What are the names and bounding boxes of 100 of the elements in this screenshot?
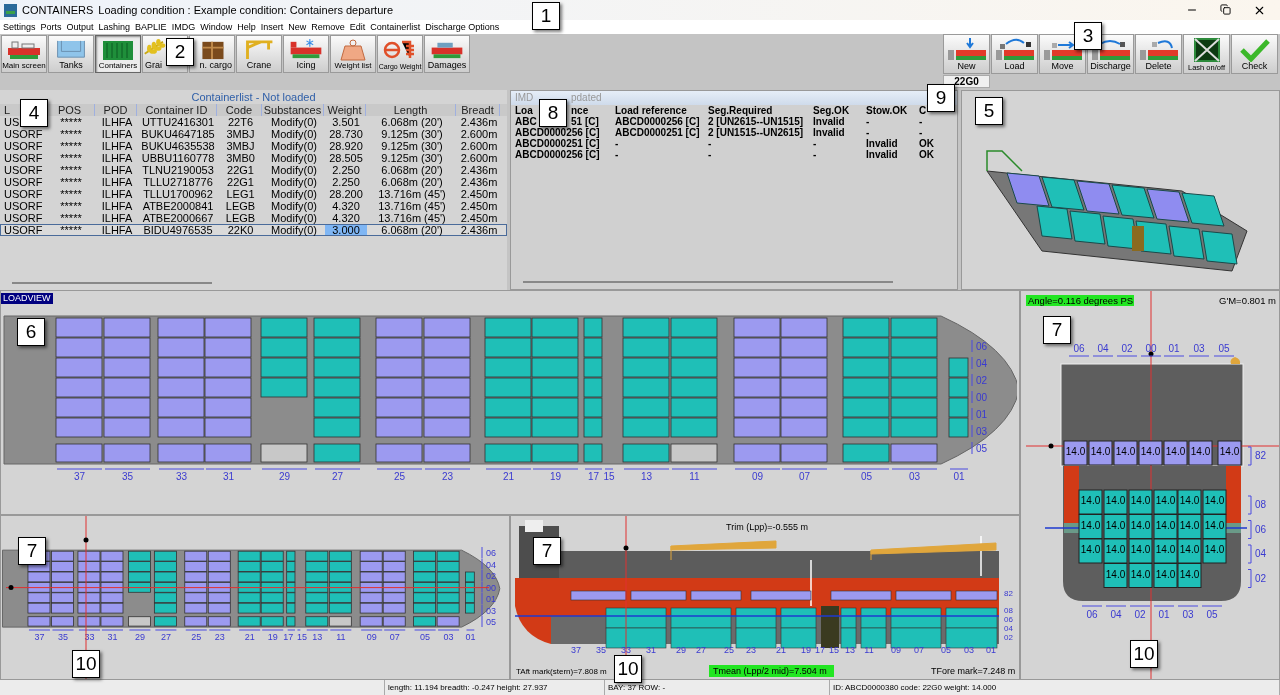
table-cell-text: USORF xyxy=(3,213,44,223)
bay-number: 15 xyxy=(296,629,307,642)
panel-title: LOADVIEW xyxy=(1,293,53,304)
bay-number: 07 xyxy=(781,468,828,482)
table-cell-text: ABC xyxy=(515,116,538,127)
table-cell-text: 6.068m (20') xyxy=(380,225,444,235)
tier-number: 05 xyxy=(481,615,496,628)
bay-number: 01 xyxy=(465,629,476,642)
row-number: 06 xyxy=(1081,605,1103,620)
table-cell-text: Modify(0) xyxy=(270,129,318,139)
callout-tooltip: 10 xyxy=(1130,640,1158,668)
table-cell-text: - xyxy=(919,127,924,138)
bay-number: 13 xyxy=(623,468,670,482)
bay-number: 11 xyxy=(329,629,352,642)
table-cell-text: BIDU4976535 xyxy=(142,225,214,235)
table-cell-text: Invalid xyxy=(866,149,899,160)
bay-number: 09 xyxy=(891,645,901,655)
table-cell-text: 2.250 xyxy=(331,165,361,175)
bay-number: 21 xyxy=(485,468,532,482)
callout-tooltip: 9 xyxy=(927,84,955,112)
container-cell: 14.0 xyxy=(1103,563,1128,588)
table-cell-text: 28.505 xyxy=(328,153,364,163)
trim-reading: Trim (Lpp)=-0.555 m xyxy=(726,522,808,532)
bay-number: 03 xyxy=(964,645,974,655)
tier-number: 82 xyxy=(1247,446,1267,466)
table-cell-text: US xyxy=(3,117,21,127)
table-cell-text: LEGB xyxy=(224,201,257,211)
row-number: 01 xyxy=(1153,605,1175,620)
bay-number: 15 xyxy=(829,645,839,655)
bay-number: 35 xyxy=(104,468,151,482)
table-cell-text: USORF xyxy=(3,177,44,187)
bay-number: 33 xyxy=(621,645,631,655)
table-cell-text: ***** xyxy=(59,165,83,175)
bay-number: 29 xyxy=(261,468,308,482)
bay-number: 37 xyxy=(28,629,51,642)
bay-number: 07 xyxy=(383,629,406,642)
table-cell-text: UTTU2416301 xyxy=(140,117,216,127)
table-cell-text: 13.716m (45') xyxy=(377,213,447,223)
container-cell: 14.0 xyxy=(1153,514,1178,539)
table-cell-text: 9.125m (30') xyxy=(380,141,444,151)
table-cell-text: - xyxy=(919,116,924,127)
bay-number: 05 xyxy=(941,645,951,655)
tier-number: 02 xyxy=(481,569,496,582)
container-cell: 14.0 xyxy=(1188,440,1213,466)
row-number: 00 xyxy=(1140,343,1162,357)
tier-number: 82 xyxy=(1004,589,1013,598)
table-cell-text: ABCD0000251 [C] xyxy=(515,138,601,149)
bay-number: 01 xyxy=(949,468,969,482)
table-cell-text: USORF xyxy=(3,129,44,139)
container-cell: 14.0 xyxy=(1103,514,1128,539)
bay-number: 05 xyxy=(414,629,437,642)
tier-number: 01 xyxy=(481,592,496,605)
table-cell-text: Modify(0) xyxy=(270,213,318,223)
tier-number: 00 xyxy=(481,581,496,593)
container-cell: 14.0 xyxy=(1113,440,1138,466)
column-header: Stow.OK xyxy=(866,105,909,116)
container-cell: 14.0 xyxy=(1202,514,1227,539)
table-cell-text: ABCD0000251 [C] xyxy=(615,127,701,138)
tier-number: 03 xyxy=(481,604,496,616)
bay-number: 05 xyxy=(843,468,890,482)
bay-number: 17 xyxy=(283,629,296,642)
bay-number: 25 xyxy=(185,629,208,642)
table-cell-text: OK xyxy=(919,138,935,149)
table-cell-text: 3MB0 xyxy=(225,153,256,163)
table-cell-text: ILHFA xyxy=(100,165,134,175)
container-cell: 14.0 xyxy=(1177,489,1202,515)
bay-number: 13 xyxy=(845,645,855,655)
table-cell-text: Modify(0) xyxy=(270,117,318,127)
tier-number: 02 xyxy=(1247,569,1267,588)
container-cell: 14.0 xyxy=(1138,440,1163,466)
table-cell-text: ***** xyxy=(59,201,83,211)
table-cell-text: 3.501 xyxy=(331,117,361,127)
table-cell-text: 6.068m (20') xyxy=(380,117,444,127)
bay-number: 11 xyxy=(671,468,718,482)
window-title: Loading condition : Example condition: Containers departure xyxy=(98,2,394,18)
bay-number: 33 xyxy=(78,629,101,642)
table-cell-text: ILHFA xyxy=(100,177,134,187)
table-cell-text: 2.600m xyxy=(459,141,499,151)
table-cell-text: ***** xyxy=(59,189,83,199)
status-field: length: 11.194 breadth: -0.247 height: 27.937 xyxy=(385,680,605,695)
bay-number: 17 xyxy=(584,468,603,482)
container-cell: 14.0 xyxy=(1063,440,1088,466)
bay-number: 23 xyxy=(424,468,471,482)
table-cell-text: 22T6 xyxy=(226,117,255,127)
bay-number: 17 xyxy=(815,645,825,655)
table-cell-text: 2.450m xyxy=(459,189,499,199)
tier-number: 06 xyxy=(1004,615,1013,624)
container-cell: 14.0 xyxy=(1153,489,1178,515)
container-cell: 14.0 xyxy=(1153,563,1178,588)
tier-number: 06 xyxy=(481,546,496,559)
tier-number: 04 xyxy=(1004,624,1013,633)
container-cell: 14.0 xyxy=(1078,538,1103,564)
container-cell: 14.0 xyxy=(1202,489,1227,515)
row-number: 05 xyxy=(1201,605,1223,620)
table-cell-text: ATBE2000841 xyxy=(141,201,215,211)
table-cell-text: - xyxy=(813,138,818,149)
table-cell-text: ***** xyxy=(59,141,83,151)
row-number: 03 xyxy=(1177,605,1199,620)
status-field: ID: ABCD0000380 code: 22G0 weight: 14.000 xyxy=(830,680,1280,695)
row-number: 04 xyxy=(1092,343,1114,357)
